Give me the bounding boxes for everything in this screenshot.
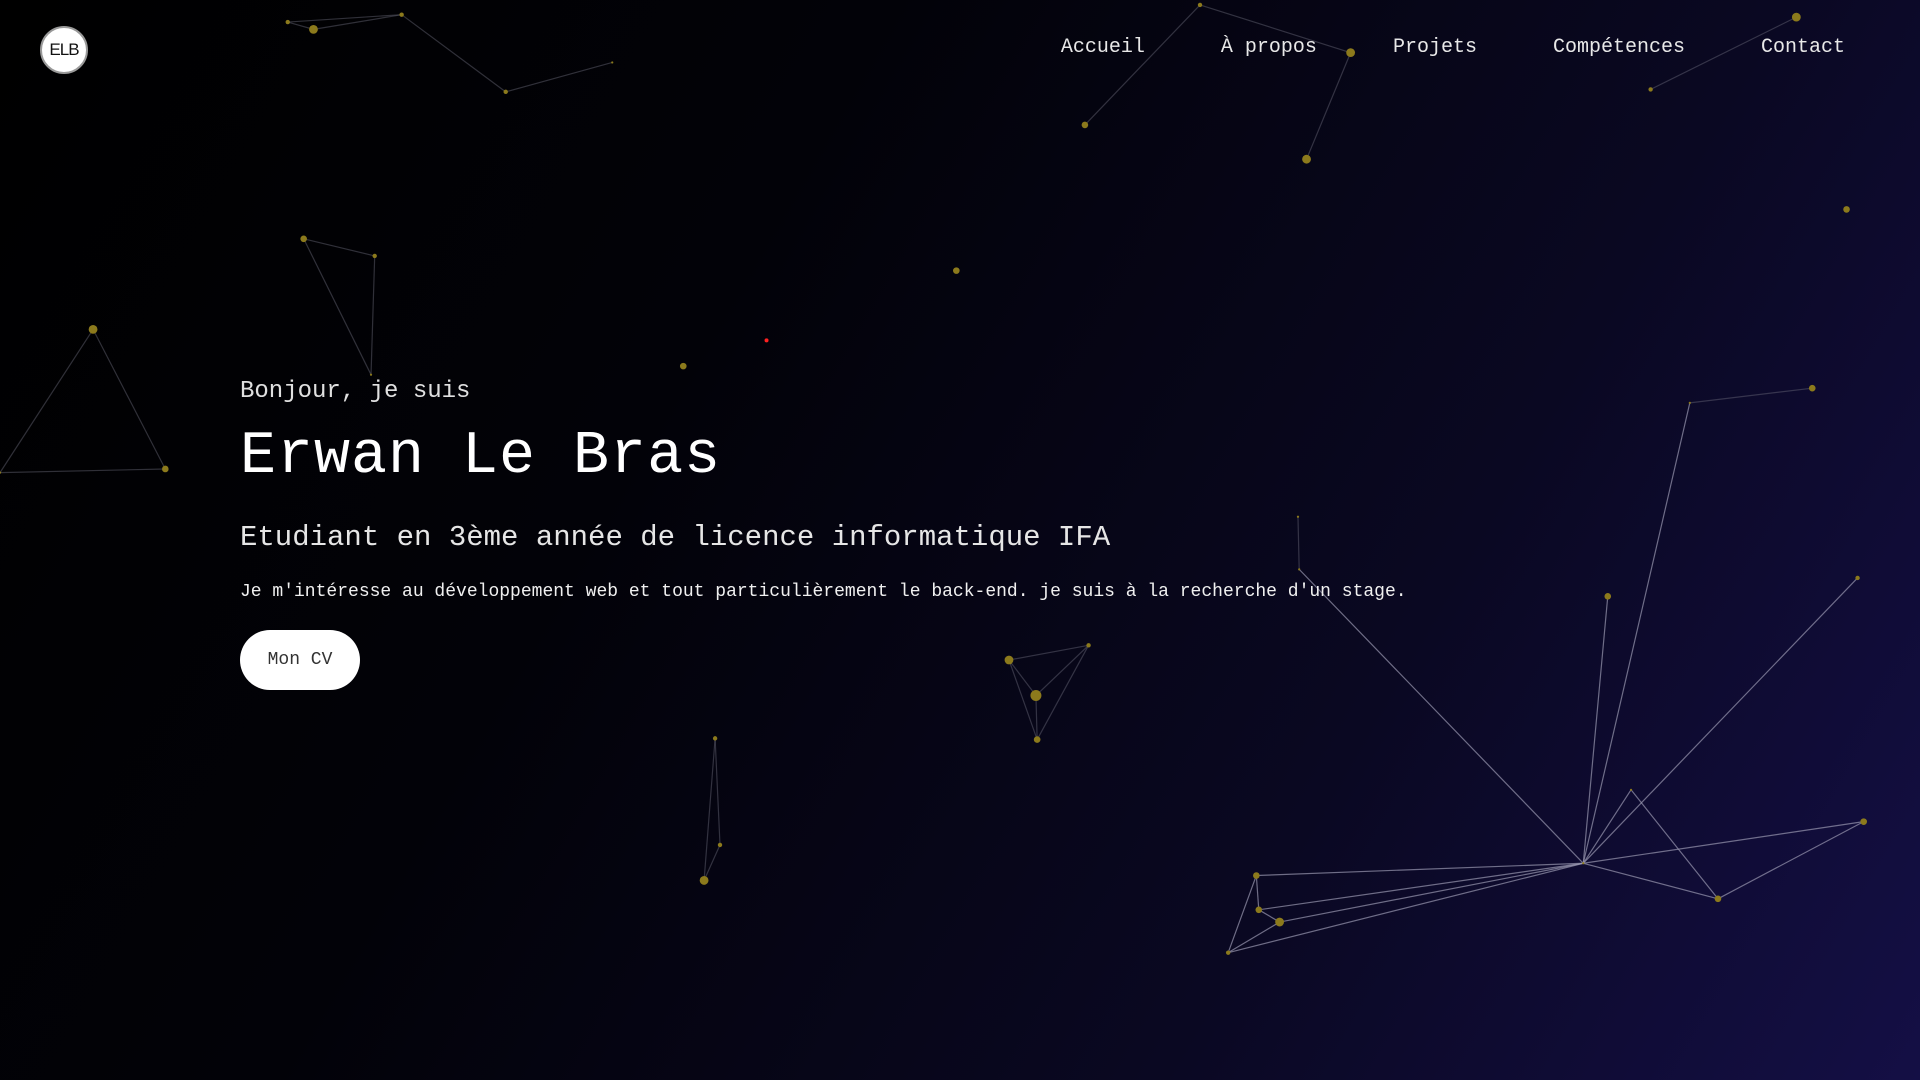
particle-link: [1255, 875, 1260, 910]
particle-dot: [1255, 906, 1263, 914]
particle-link: [1256, 862, 1584, 877]
particle-dot: [1033, 736, 1041, 743]
particle-dot: [1843, 206, 1850, 213]
particle-dot: [1225, 950, 1231, 955]
particle-dot: [712, 736, 718, 741]
particle-link: [303, 238, 372, 375]
particle-dot: [369, 373, 373, 376]
particle-dot: [1714, 895, 1722, 903]
particle-link: [1689, 387, 1813, 404]
particle-link: [1084, 4, 1201, 126]
particle-dot: [1808, 384, 1816, 392]
particle-link: [1582, 789, 1632, 864]
particle-dot: [1582, 862, 1585, 865]
particle-dot: [372, 253, 377, 259]
particle-dot: [1791, 12, 1801, 22]
logo-text: ELB: [49, 40, 79, 59]
particle-dot: [717, 842, 723, 848]
nav-projets[interactable]: Projets: [1393, 36, 1477, 59]
particle-link: [714, 738, 721, 845]
particle-dot: [88, 324, 98, 334]
particle-dot: [1629, 788, 1633, 791]
particle-dot: [1275, 917, 1285, 927]
particle-dot: [503, 89, 508, 95]
particle-dot: [1855, 575, 1860, 581]
hero-section: Bonjour, je suis Erwan Le Bras Etudiant …: [240, 378, 1407, 690]
particle-link: [1258, 862, 1584, 911]
nav-competences[interactable]: Compétences: [1553, 36, 1685, 59]
particle-link: [1582, 402, 1691, 864]
particle-dot: [1648, 87, 1653, 92]
particle-link: [0, 329, 94, 473]
particle-dot: [611, 61, 614, 64]
hero-description: Je m'intéresse au développement web et t…: [240, 582, 1407, 602]
particle-link: [1035, 695, 1038, 740]
nav-contact[interactable]: Contact: [1761, 36, 1845, 59]
particle-link: [287, 14, 402, 23]
particle-link: [505, 61, 613, 93]
particle-dot: [1030, 690, 1042, 702]
particle-link: [1717, 821, 1864, 900]
particle-link: [1227, 875, 1257, 953]
hero-subtitle: Etudiant en 3ème année de licence inform…: [240, 521, 1111, 554]
particle-dot: [285, 19, 290, 25]
particle-dot: [953, 267, 960, 274]
particle-dot: [309, 24, 318, 34]
particle-link: [1279, 862, 1584, 923]
particle-dot: [679, 362, 687, 370]
particle-dot: [162, 465, 169, 473]
particle-link: [1228, 862, 1584, 954]
particle-link: [92, 329, 166, 470]
particle-dot: [1860, 818, 1867, 825]
particle-dot: [399, 12, 404, 17]
logo[interactable]: ELB: [40, 26, 88, 74]
cv-button[interactable]: Mon CV: [240, 630, 360, 690]
particle-dot: [1302, 154, 1311, 164]
particle-link: [401, 14, 507, 93]
particle-link: [1582, 596, 1609, 864]
particle-link: [303, 238, 375, 257]
particle-link: [1582, 577, 1858, 864]
nav-accueil[interactable]: Accueil: [1061, 36, 1145, 59]
particle-link: [1583, 821, 1864, 864]
particle-link: [1583, 862, 1719, 900]
particle-dot: [300, 235, 307, 243]
main-nav: Accueil À propos Projets Compétences Con…: [1061, 36, 1845, 59]
particle-dot: [1081, 121, 1089, 129]
particle-dot: [1197, 2, 1203, 8]
cursor-dot: [764, 338, 769, 343]
particle-dot: [699, 876, 709, 885]
particle-link: [1630, 789, 1719, 900]
nav-a-propos[interactable]: À propos: [1221, 36, 1317, 59]
greeting: Bonjour, je suis: [240, 378, 471, 405]
particle-dot: [1253, 872, 1260, 879]
particle-link: [370, 255, 376, 375]
particle-link: [1305, 52, 1352, 160]
particle-link: [0, 468, 166, 474]
particle-link: [1227, 921, 1280, 954]
particle-dot: [1604, 593, 1612, 600]
particle-dot: [1688, 401, 1691, 404]
particle-link: [313, 14, 402, 30]
hero-name: Erwan Le Bras: [240, 423, 722, 491]
